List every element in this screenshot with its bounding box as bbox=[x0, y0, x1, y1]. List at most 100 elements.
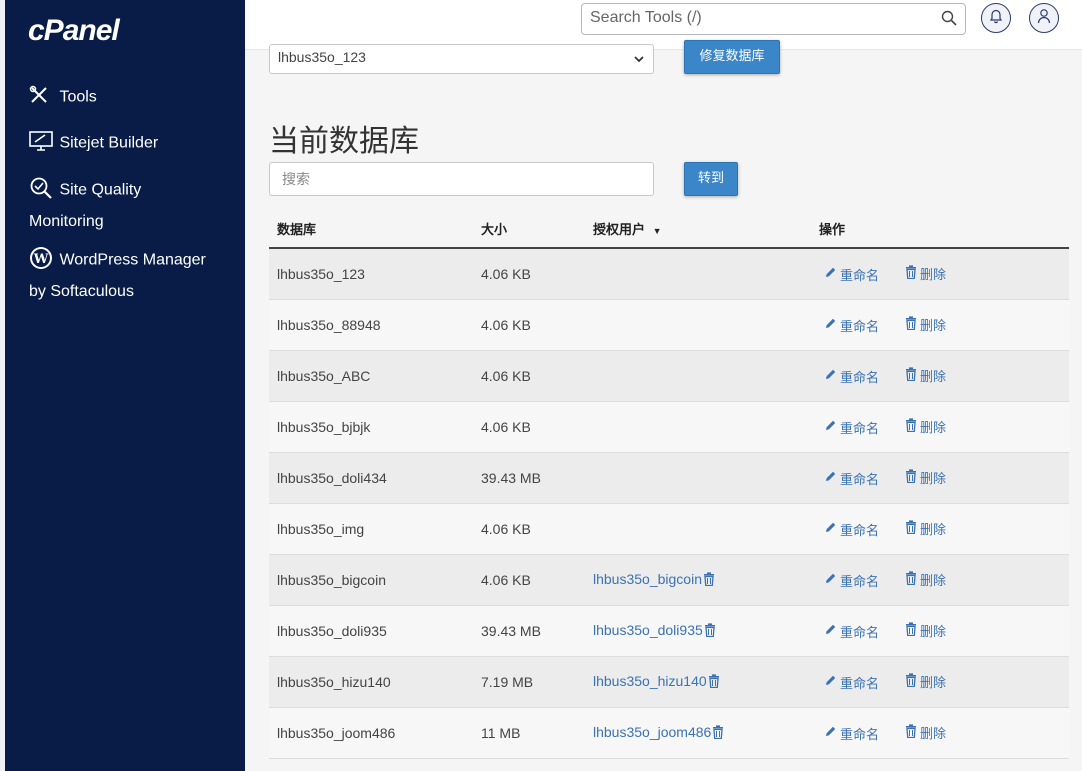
delete-action[interactable]: 删除 bbox=[905, 672, 946, 691]
revoke-user-trash-icon[interactable] bbox=[704, 623, 716, 640]
rename-label: 重命名 bbox=[840, 318, 880, 334]
search-icon[interactable] bbox=[941, 10, 957, 30]
privileged-users-cell: lhbus35o_joom486 bbox=[585, 707, 811, 759]
delete-action[interactable]: 删除 bbox=[905, 417, 946, 436]
pencil-icon bbox=[824, 470, 837, 486]
notifications-button[interactable] bbox=[981, 3, 1011, 33]
actions-cell: 重命名 删除 bbox=[811, 401, 1069, 453]
privileged-users-cell bbox=[585, 299, 811, 351]
header-actions: 操作 bbox=[811, 210, 1069, 249]
search-tools-input[interactable] bbox=[582, 4, 938, 32]
revoke-user-trash-icon[interactable] bbox=[712, 725, 724, 742]
database-size: 4.06 KB bbox=[473, 401, 585, 453]
repair-database-select[interactable]: lhbus35o_123 bbox=[269, 44, 654, 74]
database-size: 4.06 KB bbox=[473, 554, 585, 606]
trash-icon bbox=[905, 265, 917, 282]
delete-action[interactable]: 删除 bbox=[905, 468, 946, 487]
actions-cell: 重命名 删除 bbox=[811, 554, 1069, 606]
rename-label: 重命名 bbox=[840, 420, 880, 436]
rename-action[interactable]: 重命名 bbox=[824, 571, 879, 590]
actions-cell: 重命名 删除 bbox=[811, 605, 1069, 657]
pencil-icon bbox=[824, 674, 837, 690]
trash-icon bbox=[905, 673, 917, 690]
rename-action[interactable]: 重命名 bbox=[824, 673, 879, 692]
database-name: lhbus35o_doli434 bbox=[269, 452, 473, 504]
sidebar-item-tools[interactable]: Tools bbox=[29, 85, 97, 110]
go-button[interactable]: 转到 bbox=[684, 162, 738, 196]
header-size[interactable]: 大小 bbox=[473, 210, 585, 249]
pencil-icon bbox=[824, 521, 837, 537]
rename-label: 重命名 bbox=[840, 471, 880, 487]
delete-action[interactable]: 删除 bbox=[905, 570, 946, 589]
rename-action[interactable]: 重命名 bbox=[824, 622, 879, 641]
table-row: lhbus35o_ABC 4.06 KB 重命名 删除 bbox=[269, 350, 1069, 402]
trash-icon bbox=[905, 520, 917, 537]
table-row: lhbus35o_doli434 39.43 MB 重命名 删除 bbox=[269, 452, 1069, 504]
privileged-user-link[interactable]: lhbus35o_joom486 bbox=[593, 724, 711, 740]
delete-label: 删除 bbox=[920, 726, 947, 742]
database-size: 39.43 MB bbox=[473, 605, 585, 657]
delete-action[interactable]: 删除 bbox=[905, 723, 946, 742]
actions-cell: 重命名 删除 bbox=[811, 350, 1069, 402]
delete-action[interactable]: 删除 bbox=[905, 315, 946, 334]
sidebar-item-site-quality[interactable]: Site Quality Monitoring bbox=[29, 176, 141, 231]
actions-cell: 重命名 删除 bbox=[811, 707, 1069, 759]
delete-action[interactable]: 删除 bbox=[905, 264, 946, 283]
pencil-icon bbox=[824, 317, 837, 333]
rename-action[interactable]: 重命名 bbox=[824, 265, 879, 284]
database-name: lhbus35o_img bbox=[269, 503, 473, 555]
rename-label: 重命名 bbox=[840, 675, 880, 691]
tools-icon bbox=[29, 85, 55, 110]
privileged-users-cell bbox=[585, 401, 811, 453]
pencil-icon bbox=[824, 725, 837, 741]
delete-label: 删除 bbox=[920, 624, 947, 640]
sidebar-item-label: WordPress Manager bbox=[59, 251, 206, 269]
database-name: lhbus35o_bigcoin bbox=[269, 554, 473, 606]
repair-database-button[interactable]: 修复数据库 bbox=[684, 40, 780, 74]
top-header bbox=[245, 0, 1082, 50]
database-size: 7.19 MB bbox=[473, 656, 585, 708]
pencil-icon bbox=[824, 623, 837, 639]
delete-label: 删除 bbox=[920, 522, 947, 538]
table-row: lhbus35o_88948 4.06 KB 重命名 删除 bbox=[269, 299, 1069, 351]
actions-cell: 重命名 删除 bbox=[811, 299, 1069, 351]
svg-text:W: W bbox=[33, 252, 49, 267]
rename-action[interactable]: 重命名 bbox=[824, 520, 879, 539]
database-name: lhbus35o_joom486 bbox=[269, 707, 473, 759]
sidebar-item-wordpress[interactable]: W WordPress Manager by Softaculous bbox=[29, 246, 206, 301]
trash-icon bbox=[905, 367, 917, 384]
rename-action[interactable]: 重命名 bbox=[824, 418, 879, 437]
database-name: lhbus35o_bjbjk bbox=[269, 401, 473, 453]
header-privileged-users[interactable]: 授权用户 ▼ bbox=[585, 210, 811, 249]
sidebar-edge bbox=[0, 0, 5, 771]
site-quality-icon bbox=[29, 176, 55, 205]
delete-action[interactable]: 删除 bbox=[905, 519, 946, 538]
revoke-user-trash-icon[interactable] bbox=[708, 674, 720, 691]
header-users-label: 授权用户 bbox=[593, 222, 646, 237]
delete-label: 删除 bbox=[920, 420, 947, 436]
cpanel-logo[interactable]: cPanel bbox=[28, 14, 120, 48]
delete-action[interactable]: 删除 bbox=[905, 621, 946, 640]
privileged-user-link[interactable]: lhbus35o_bigcoin bbox=[593, 571, 702, 587]
actions-cell: 重命名 删除 bbox=[811, 656, 1069, 708]
user-menu-button[interactable] bbox=[1029, 3, 1059, 33]
rename-action[interactable]: 重命名 bbox=[824, 316, 879, 335]
table-row: lhbus35o_123 4.06 KB 重命名 删除 bbox=[269, 248, 1069, 300]
revoke-user-trash-icon[interactable] bbox=[703, 572, 715, 589]
privileged-users-cell: lhbus35o_bigcoin bbox=[585, 554, 811, 606]
trash-icon bbox=[905, 724, 917, 741]
header-database[interactable]: 数据库 bbox=[269, 210, 473, 249]
table-row: lhbus35o_bigcoin 4.06 KB lhbus35o_bigcoin 重… bbox=[269, 554, 1069, 606]
sidebar-item-sitejet[interactable]: Sitejet Builder bbox=[29, 130, 158, 157]
privileged-user-link[interactable]: lhbus35o_hizu140 bbox=[593, 673, 707, 689]
delete-action[interactable]: 删除 bbox=[905, 366, 946, 385]
rename-action[interactable]: 重命名 bbox=[824, 367, 879, 386]
rename-action[interactable]: 重命名 bbox=[824, 724, 879, 743]
database-size: 39.43 MB bbox=[473, 452, 585, 504]
delete-label: 删除 bbox=[920, 318, 947, 334]
sidebar-item-label: Sitejet Builder bbox=[59, 134, 159, 152]
database-search-input[interactable] bbox=[269, 162, 654, 196]
rename-label: 重命名 bbox=[840, 522, 880, 538]
rename-action[interactable]: 重命名 bbox=[824, 469, 879, 488]
privileged-user-link[interactable]: lhbus35o_doli935 bbox=[593, 622, 703, 638]
